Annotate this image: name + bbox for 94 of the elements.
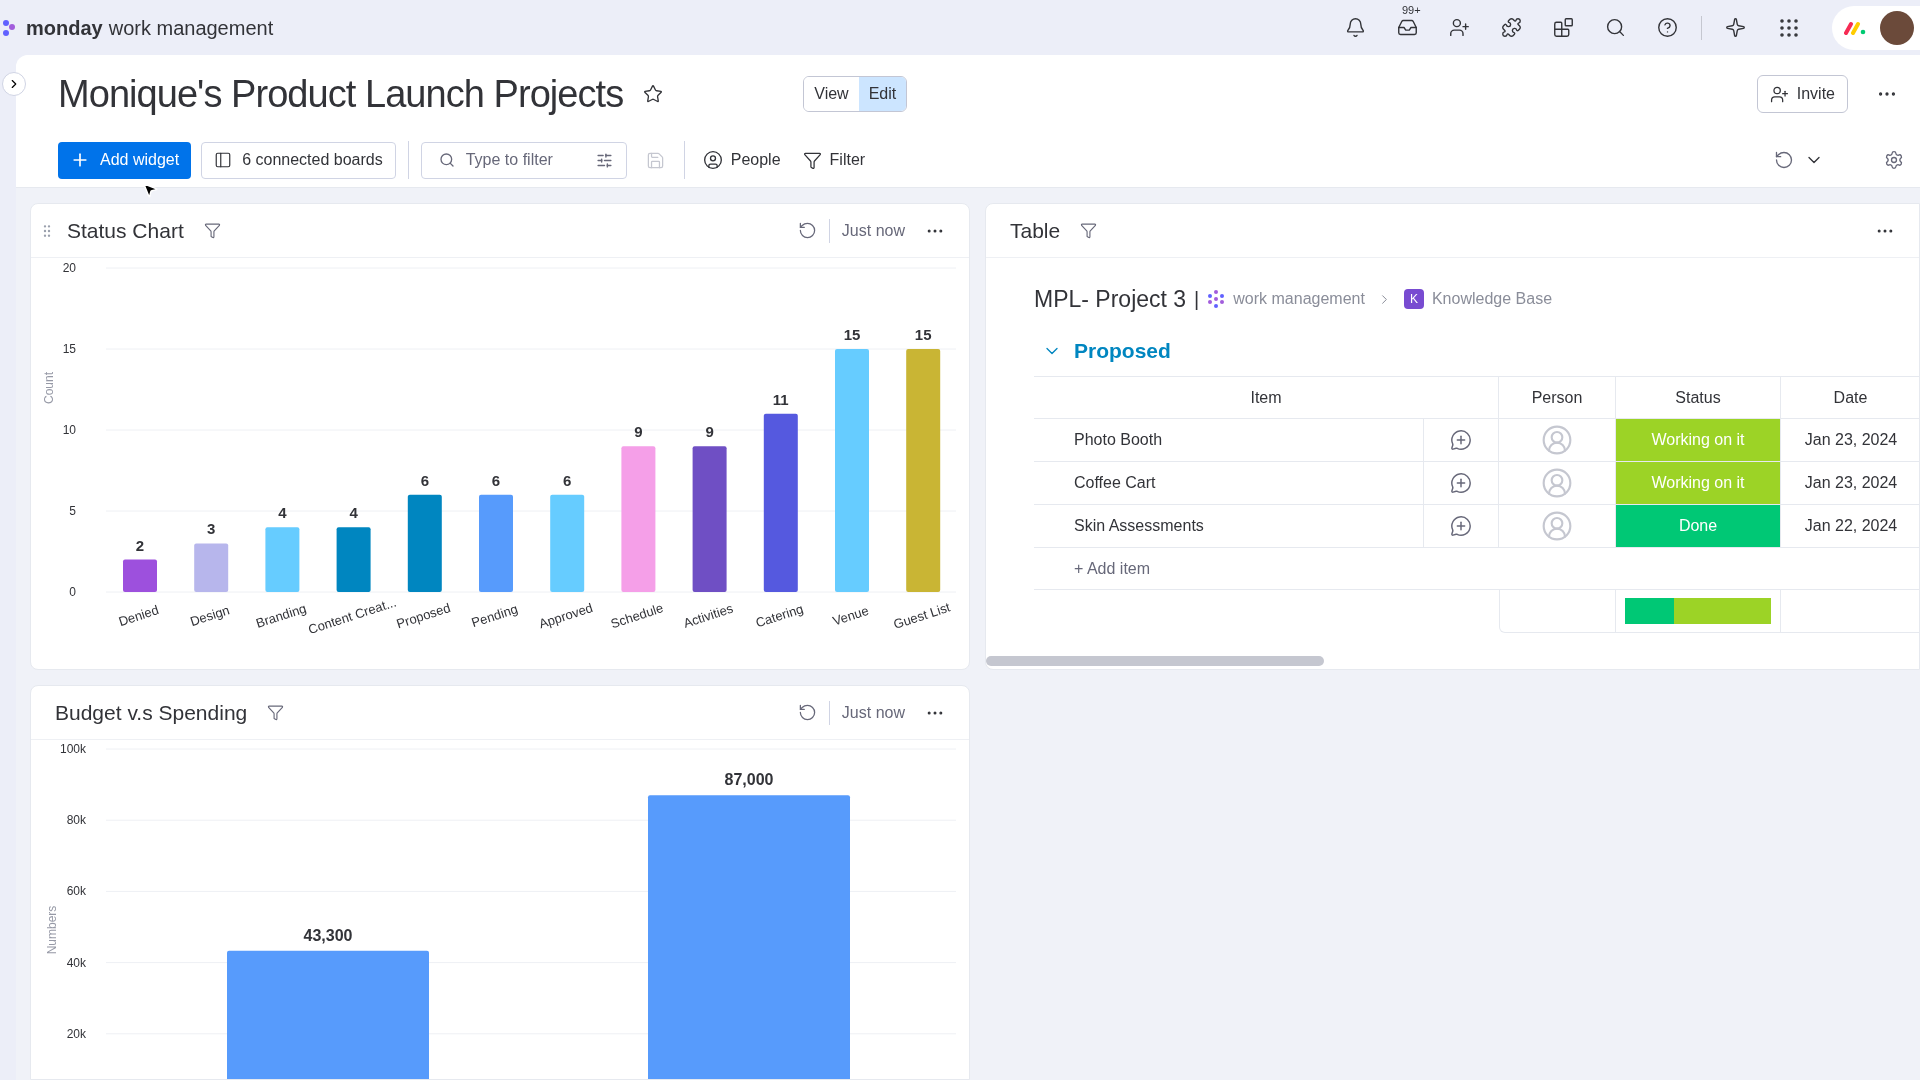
column-header[interactable]: Person [1499,377,1616,418]
filter-icon[interactable] [1080,222,1098,239]
refresh-icon[interactable] [797,221,817,240]
board-name: MPL- Project 3 [1034,284,1187,314]
undo-icon[interactable] [1774,150,1794,170]
tick-label: 20k [66,1026,86,1041]
app-name: monday [26,15,103,41]
data-label: 3 [207,520,216,538]
item-cell[interactable]: Photo Booth [1034,419,1424,461]
filter-button[interactable]: Filter [798,141,870,179]
data-label: 9 [705,423,714,441]
tick-label: 40k [66,955,86,970]
category-label: Guest List [891,599,952,632]
updated-time: Just now [841,702,905,723]
data-label: 11 [772,390,789,408]
widget-title: Table [1010,217,1061,244]
inbox-icon[interactable] [1397,17,1418,38]
refresh-icon[interactable] [797,703,817,722]
app-product: work management [108,15,274,41]
item-cell[interactable]: Skin Assessments [1034,505,1424,547]
axis-label: Count [42,372,56,404]
tick-label: 100k [59,742,86,756]
date-cell[interactable]: Jan 23, 2024 [1781,462,1919,504]
tick-label: 5 [69,504,76,518]
data-label: 2 [135,536,145,554]
item-cell[interactable]: Coffee Cart [1034,462,1424,504]
monday-logo-icon [1844,20,1866,35]
data-label: 87,000 [724,771,774,789]
data-label: 6 [420,471,429,489]
favorite-star-icon[interactable] [643,84,664,104]
tick-label: 0 [69,585,76,599]
person-icon [702,150,723,170]
user-plus-icon [1769,84,1789,104]
add-update-icon[interactable] [1450,472,1472,494]
sparkle-icon[interactable] [1725,17,1746,38]
separator: | [1194,287,1200,312]
data-label: 4 [349,504,358,522]
search-icon [438,151,455,168]
data-label: 4 [278,504,287,522]
user-avatar[interactable] [1880,10,1914,45]
axis-label: Numbers [45,905,59,955]
group-title[interactable]: Proposed [1074,335,1171,367]
workspace-logo-icon [1207,290,1226,308]
category-label: Catering [753,601,806,631]
tick-label: 20 [62,261,76,275]
category-label: Denied [116,602,161,630]
invite-user-icon[interactable] [1449,17,1470,38]
horizontal-scrollbar[interactable] [986,656,1324,666]
date-cell[interactable]: Jan 22, 2024 [1781,505,1919,547]
tick-label: 80k [66,813,86,828]
column-header[interactable]: Status [1616,377,1781,418]
data-label: 15 [914,326,932,343]
add-update-icon[interactable] [1450,429,1472,451]
widget-title: Status Chart [67,217,184,244]
updated-time: Just now [841,220,905,241]
people-filter-button[interactable]: People [694,141,789,179]
category-label: Pending [469,601,520,631]
notifications-icon[interactable] [1345,17,1366,38]
data-label: 6 [563,471,572,489]
data-label: 9 [634,423,643,441]
add-update-icon[interactable] [1450,515,1472,537]
board-title: Monique's Product Launch Projects [58,71,624,117]
filter-icon [802,150,822,170]
tick-label: 10 [62,423,76,437]
tick-label: 60k [66,884,86,899]
column-header[interactable]: Date [1781,377,1919,418]
data-label: 6 [491,471,501,489]
column-header[interactable]: Item [1034,377,1499,418]
help-icon[interactable] [1657,17,1678,38]
folder-badge: K [1403,289,1424,309]
panel-icon [214,151,233,169]
data-label: 43,300 [303,926,353,944]
category-label: Branding [253,600,309,631]
date-cell[interactable]: Jan 23, 2024 [1781,419,1919,461]
widget-title: Budget v.s Spending [55,699,248,726]
sidebar-toggle[interactable] [2,72,26,96]
tick-label: 15 [62,342,76,356]
category-label: Design [188,602,232,630]
filter-icon[interactable] [267,704,285,721]
add-widget-button[interactable]: Add widget [58,141,192,179]
add-item-link[interactable]: + Add item [1074,556,1151,581]
search-icon[interactable] [1605,17,1626,38]
filter-search-field[interactable]: Type to filter [420,141,627,179]
filter-icon[interactable] [203,222,221,239]
invite-button[interactable]: Invite [1756,75,1848,113]
settings-icon[interactable] [1884,150,1904,170]
category-label: Activities [681,600,735,631]
sliders-icon[interactable] [595,151,613,169]
blocks-icon[interactable] [1553,17,1574,38]
category-label: Venue [830,602,871,629]
mode-toggle[interactable]: Edit [858,77,907,111]
puzzle-icon[interactable] [1501,17,1522,38]
connected-boards-button[interactable]: 6 connected boards [201,141,396,179]
data-label: 15 [843,326,861,343]
